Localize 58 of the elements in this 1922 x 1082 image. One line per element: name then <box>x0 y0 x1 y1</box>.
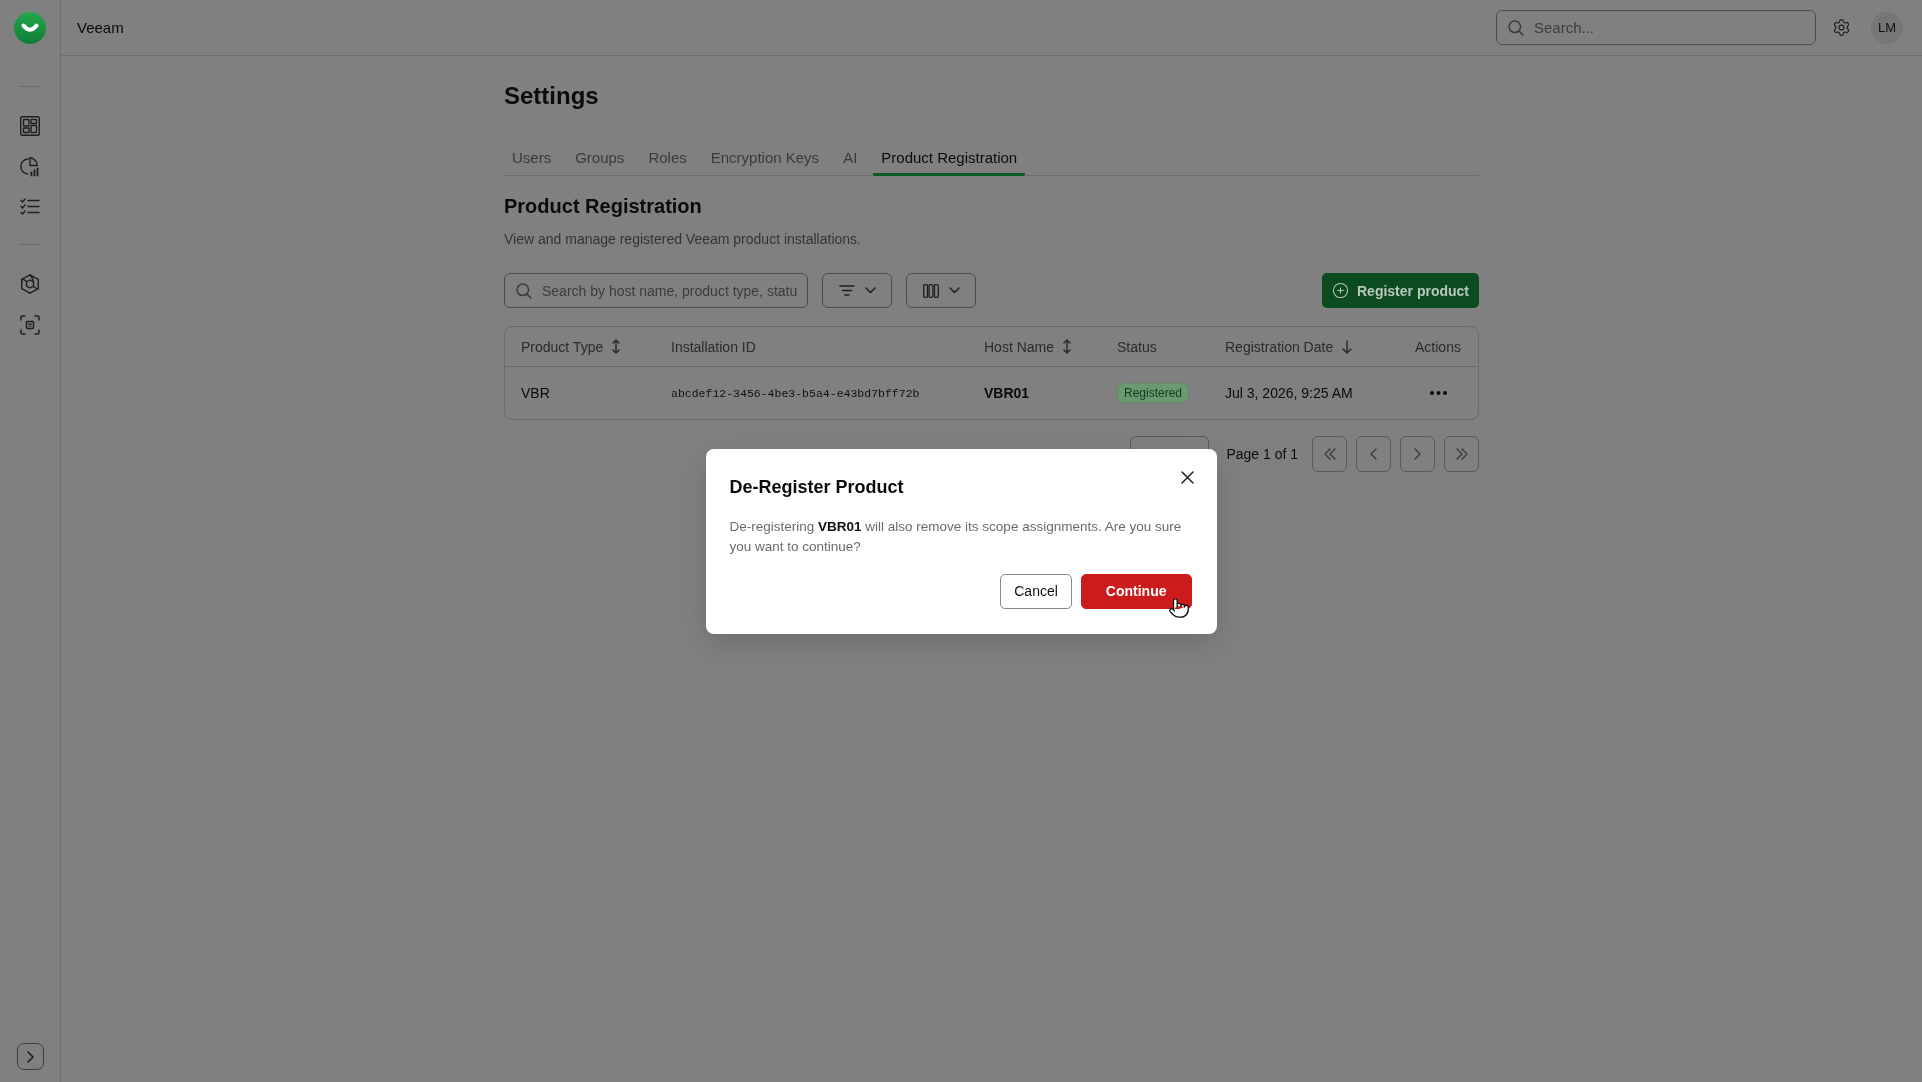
column-header: Registration Date <box>1225 338 1334 355</box>
settings-tab[interactable]: AI <box>835 139 866 176</box>
chevron-down-icon <box>864 287 876 294</box>
settings-icon[interactable] <box>1832 18 1851 37</box>
cancel-button[interactable]: Cancel <box>1000 573 1072 609</box>
dialog-message: De-registering VBR01 will also remove its scope assignments. Are you sure you want to continue? <box>729 517 1183 556</box>
chevron-left-icon <box>1370 448 1377 460</box>
expand-sidebar-button[interactable] <box>16 1043 44 1070</box>
continue-button[interactable]: Continue <box>1080 573 1192 609</box>
settings-tab[interactable]: Groups <box>567 139 633 176</box>
columns-icon <box>922 283 939 298</box>
section-title: Product Registration <box>504 194 703 218</box>
more-options-icon[interactable] <box>1429 391 1447 395</box>
settings-tab[interactable]: Encryption Keys <box>702 139 828 176</box>
search-field[interactable]: Search by host name, product type, statu <box>504 273 808 308</box>
search-icon <box>1508 19 1524 36</box>
hexagon-icon[interactable] <box>20 274 40 294</box>
register-product-button[interactable]: Register product <box>1322 273 1479 308</box>
column-header: Actions <box>1415 338 1461 355</box>
page-title: Settings <box>504 82 600 110</box>
chevron-right-icon <box>26 1050 34 1063</box>
installation-id: abcdef12-3456-4be3-b5a4-e43bd7bff72b <box>671 386 920 400</box>
app-title: Veeam <box>77 19 124 36</box>
table-cell: VBR <box>521 385 550 401</box>
search-icon <box>516 282 532 299</box>
columns-button[interactable] <box>906 273 976 308</box>
column-header: Product Type <box>521 338 604 355</box>
double-chevron-left-icon <box>1323 448 1336 460</box>
filter-icon <box>838 285 855 296</box>
section-description: View and manage registered Veeam product installations. <box>504 230 862 249</box>
page-indicator: Page 1 of 1 <box>1226 446 1298 462</box>
scan-icon[interactable] <box>20 315 40 335</box>
search-field[interactable]: Search... <box>1496 10 1816 45</box>
hand-cursor-icon <box>1167 596 1190 619</box>
double-chevron-right-icon <box>1455 448 1468 460</box>
chevron-down-icon <box>948 287 960 294</box>
status-badge: Registered <box>1117 383 1190 403</box>
arrow-down-icon[interactable] <box>1342 339 1353 354</box>
plus-circle-icon <box>1332 282 1349 299</box>
dialog-title: De-Register Product <box>729 475 904 499</box>
pie-chart-icon[interactable] <box>20 157 40 177</box>
column-header: Installation ID <box>671 338 756 355</box>
close-icon[interactable] <box>1180 470 1194 484</box>
host-name: VBR01 <box>984 385 1030 401</box>
column-header: Host Name <box>984 338 1055 355</box>
column-header: Status <box>1117 338 1157 355</box>
chevron-right-icon <box>1414 448 1421 460</box>
filter-button[interactable] <box>822 273 892 308</box>
settings-tab[interactable]: Users <box>504 139 560 176</box>
checklist-icon[interactable] <box>20 198 40 215</box>
logo-icon[interactable] <box>14 12 46 44</box>
table-cell: Jul 3, 2026, 9:25 AM <box>1225 385 1353 401</box>
settings-tab[interactable]: Product Registration <box>873 139 1026 176</box>
sort-icon[interactable] <box>612 339 621 354</box>
settings-tab[interactable]: Roles <box>640 139 695 176</box>
sort-icon[interactable] <box>1063 339 1072 354</box>
user-avatar[interactable]: LM <box>1871 11 1903 44</box>
dashboard-icon[interactable] <box>20 116 40 136</box>
